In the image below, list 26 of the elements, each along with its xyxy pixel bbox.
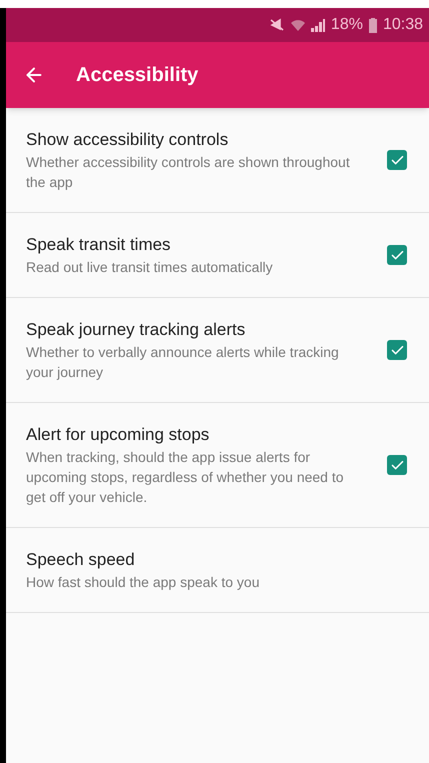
checkbox[interactable] [387, 150, 407, 170]
setting-summary: How fast should the app speak to you [26, 573, 260, 592]
setting-summary: When tracking, should the app issue alerts for upcoming stops, regardless of whether you need to get off your vehicle. [26, 448, 345, 507]
screen-title: Accessibility [76, 63, 198, 88]
setting-title: Alert for upcoming stops [26, 424, 210, 446]
battery-icon [368, 18, 377, 32]
setting-title: Speak journey tracking alerts [26, 319, 246, 341]
wifi-icon [290, 18, 305, 32]
setting-row[interactable]: Show accessibility controls Whether accessibility controls are shown throughout the app [6, 108, 429, 213]
setting-summary: Whether to verbally announce alerts while tracking your journey [26, 343, 340, 382]
signal-icon [310, 18, 325, 32]
checkbox[interactable] [387, 340, 407, 360]
clock: 10:38 [382, 15, 423, 35]
setting-summary: Read out live transit times automatically [26, 258, 274, 277]
checkbox[interactable] [387, 245, 407, 265]
mute-icon [268, 18, 285, 32]
setting-row[interactable]: Speak transit times Read out live transit times automatically [6, 213, 429, 298]
setting-row[interactable]: Speech speed How fast should the app speak to you [6, 528, 429, 613]
setting-title: Show accessibility controls [26, 129, 230, 151]
setting-title: Speak transit times [26, 234, 172, 256]
setting-row[interactable]: Alert for upcoming stops When tracking, should the app issue alerts for upcoming stops, regardless of whether you need to get off your vehicle. [6, 403, 429, 528]
setting-title: Speech speed [26, 549, 136, 571]
setting-row[interactable]: Speak journey tracking alerts Whether to verbally announce alerts while tracking your journey [6, 298, 429, 403]
setting-summary: Whether accessibility controls are shown throughout the app [26, 153, 351, 192]
battery-percent: 18% [330, 15, 363, 35]
checkbox[interactable] [387, 455, 407, 475]
